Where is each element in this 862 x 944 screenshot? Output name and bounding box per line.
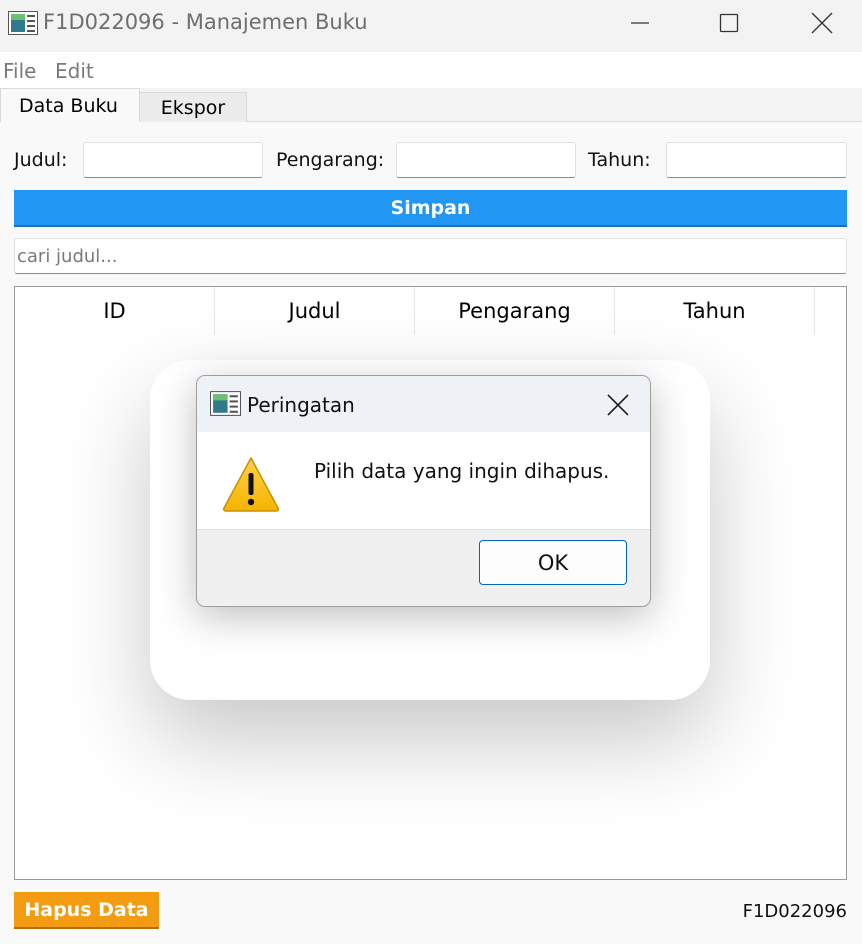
app-icon xyxy=(8,11,38,35)
column-header-judul[interactable]: Judul xyxy=(215,287,415,335)
maximize-button[interactable] xyxy=(683,0,775,46)
menu-file[interactable]: File xyxy=(3,59,36,83)
status-text: F1D022096 xyxy=(742,901,847,922)
judul-input[interactable] xyxy=(83,142,263,178)
title-bar: F1D022096 - Manajemen Buku xyxy=(0,0,862,50)
menu-bar: File Edit xyxy=(0,52,862,88)
window-title: F1D022096 - Manajemen Buku xyxy=(43,10,368,34)
column-header-pengarang[interactable]: Pengarang xyxy=(415,287,615,335)
column-header-id[interactable]: ID xyxy=(15,287,215,335)
tab-ekspor[interactable]: Ekspor xyxy=(140,92,247,123)
close-button[interactable] xyxy=(776,0,862,46)
tahun-input[interactable] xyxy=(666,142,847,178)
dialog-title: Peringatan xyxy=(247,393,355,417)
minimize-button[interactable] xyxy=(594,0,686,46)
dialog-close-button[interactable] xyxy=(600,388,636,422)
ok-button[interactable]: OK xyxy=(479,540,627,585)
dialog-message: Pilih data yang ingin dihapus. xyxy=(314,459,610,483)
dialog-title-bar: Peringatan xyxy=(197,376,650,432)
close-icon xyxy=(607,394,629,416)
menu-edit[interactable]: Edit xyxy=(55,59,94,83)
dialog-body: Pilih data yang ingin dihapus. xyxy=(197,432,650,530)
hapus-data-button[interactable]: Hapus Data xyxy=(14,892,159,929)
warning-dialog: Peringatan Pilih data yang ingin dihapus… xyxy=(196,375,651,607)
judul-label: Judul: xyxy=(14,149,68,171)
pengarang-input[interactable] xyxy=(396,142,576,178)
minimize-icon xyxy=(631,22,649,24)
close-icon xyxy=(811,12,833,34)
maximize-icon xyxy=(719,13,739,33)
search-input[interactable] xyxy=(14,238,847,274)
tab-data-buku[interactable]: Data Buku xyxy=(0,88,140,123)
app-icon xyxy=(210,391,241,416)
pengarang-label: Pengarang: xyxy=(276,149,385,171)
tahun-label: Tahun: xyxy=(588,149,651,171)
tab-bar: Ekspor Data Buku xyxy=(0,88,862,123)
warning-icon xyxy=(223,457,279,512)
column-header-tahun[interactable]: Tahun xyxy=(615,287,815,335)
simpan-button[interactable]: Simpan xyxy=(14,190,847,227)
